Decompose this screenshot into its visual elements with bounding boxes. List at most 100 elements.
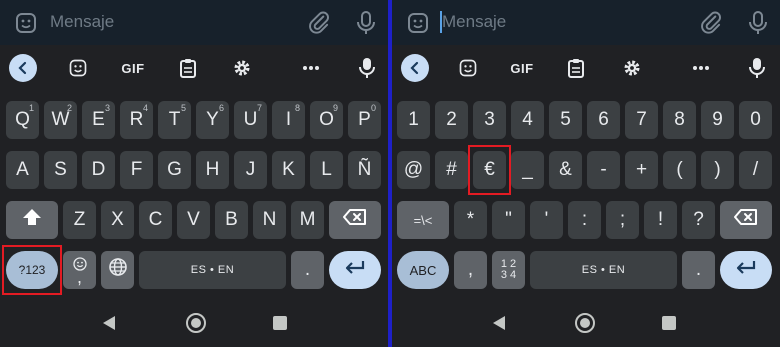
key-minus[interactable]: -	[587, 151, 620, 189]
period-key[interactable]: .	[291, 251, 324, 289]
key-paren-close[interactable]: )	[701, 151, 734, 189]
key-plus[interactable]: +	[625, 151, 658, 189]
key-1[interactable]: 1	[397, 101, 430, 139]
key-asterisk[interactable]: *	[454, 201, 487, 239]
key-s[interactable]: S	[44, 151, 77, 189]
more-icon[interactable]	[298, 52, 324, 84]
key-q[interactable]: Q1	[6, 101, 39, 139]
key-5[interactable]: 5	[549, 101, 582, 139]
backspace-icon	[734, 209, 758, 231]
key-v[interactable]: V	[177, 201, 210, 239]
backspace-key[interactable]	[329, 201, 381, 239]
key-x[interactable]: X	[101, 201, 134, 239]
key-t[interactable]: T5	[158, 101, 191, 139]
shift-key[interactable]	[6, 201, 58, 239]
key-u[interactable]: U7	[234, 101, 267, 139]
microphone-icon[interactable]	[746, 10, 770, 36]
nav-recents-icon[interactable]	[662, 316, 676, 335]
gear-icon[interactable]	[620, 52, 644, 84]
key-hash[interactable]: #	[435, 151, 468, 189]
space-key[interactable]: ES • EN	[530, 251, 677, 289]
message-input[interactable]: Mensaje	[50, 12, 114, 32]
paperclip-icon[interactable]	[306, 10, 332, 36]
key-c[interactable]: C	[139, 201, 172, 239]
key-k[interactable]: K	[272, 151, 305, 189]
key-z[interactable]: Z	[63, 201, 96, 239]
message-bar: Mensaje	[0, 0, 388, 46]
key-3[interactable]: 3	[473, 101, 506, 139]
key-b[interactable]: B	[215, 201, 248, 239]
key-r[interactable]: R4	[120, 101, 153, 139]
key-p[interactable]: P0	[348, 101, 381, 139]
key-at[interactable]: @	[397, 151, 430, 189]
enter-key[interactable]	[329, 251, 381, 289]
key-9[interactable]: 9	[701, 101, 734, 139]
key-j[interactable]: J	[234, 151, 267, 189]
nav-home-icon[interactable]	[185, 312, 207, 339]
key-m[interactable]: M	[291, 201, 324, 239]
microphone-icon[interactable]	[356, 52, 378, 84]
key-semicolon[interactable]: ;	[606, 201, 639, 239]
key-slash[interactable]: /	[739, 151, 772, 189]
gear-icon[interactable]	[230, 52, 254, 84]
back-chevron-icon[interactable]	[9, 54, 37, 82]
key-n-tilde[interactable]: Ñ	[348, 151, 381, 189]
key-0[interactable]: 0	[739, 101, 772, 139]
key-w[interactable]: W2	[44, 101, 77, 139]
nav-back-icon[interactable]	[102, 315, 116, 336]
key-8[interactable]: 8	[663, 101, 696, 139]
key-2[interactable]: 2	[435, 101, 468, 139]
enter-key[interactable]	[720, 251, 772, 289]
key-colon[interactable]: :	[568, 201, 601, 239]
emoji-comma-key[interactable]: ,	[63, 251, 96, 289]
back-chevron-icon[interactable]	[401, 54, 429, 82]
more-icon[interactable]	[688, 52, 714, 84]
key-7[interactable]: 7	[625, 101, 658, 139]
nav-back-icon[interactable]	[492, 315, 506, 336]
sticker-icon[interactable]	[14, 11, 38, 35]
fraction-key[interactable]: 1 23 4	[492, 251, 525, 289]
key-f[interactable]: F	[120, 151, 153, 189]
nav-recents-icon[interactable]	[273, 316, 287, 335]
key-o[interactable]: O9	[310, 101, 343, 139]
abc-key[interactable]: ABC	[397, 251, 449, 289]
microphone-icon[interactable]	[354, 10, 378, 36]
key-y[interactable]: Y6	[196, 101, 229, 139]
keyboard-toolbar: GIF	[0, 45, 388, 91]
nav-home-icon[interactable]	[574, 312, 596, 339]
space-key[interactable]: ES • EN	[139, 251, 286, 289]
gif-button[interactable]: GIF	[506, 52, 538, 84]
key-ampersand[interactable]: &	[549, 151, 582, 189]
key-paren-open[interactable]: (	[663, 151, 696, 189]
gif-button[interactable]: GIF	[117, 52, 149, 84]
key-double-quote[interactable]: "	[492, 201, 525, 239]
key-d[interactable]: D	[82, 151, 115, 189]
key-g[interactable]: G	[158, 151, 191, 189]
key-6[interactable]: 6	[587, 101, 620, 139]
sticker-icon[interactable]	[406, 11, 430, 35]
message-input[interactable]: Mensaje	[442, 12, 506, 32]
backspace-key[interactable]	[720, 201, 772, 239]
key-a[interactable]: A	[6, 151, 39, 189]
paperclip-icon[interactable]	[698, 10, 724, 36]
key-l[interactable]: L	[310, 151, 343, 189]
key-exclamation[interactable]: !	[644, 201, 677, 239]
clipboard-icon[interactable]	[564, 52, 588, 84]
language-key[interactable]	[101, 251, 134, 289]
keyboard-panel-letters: Mensaje GIF Q1 W2 E3 R4 T5 Y6 U7 I 8 O 9…	[0, 0, 388, 347]
key-n[interactable]: N	[253, 201, 286, 239]
key-i[interactable]: I8	[272, 101, 305, 139]
sticker-icon[interactable]	[455, 52, 481, 84]
microphone-icon[interactable]	[746, 52, 768, 84]
clipboard-icon[interactable]	[176, 52, 200, 84]
key-question[interactable]: ?	[682, 201, 715, 239]
more-symbols-key[interactable]: =\<	[397, 201, 449, 239]
sticker-icon[interactable]	[65, 52, 91, 84]
key-underscore[interactable]: _	[511, 151, 544, 189]
comma-key[interactable]: ,	[454, 251, 487, 289]
key-e[interactable]: E3	[82, 101, 115, 139]
key-4[interactable]: 4	[511, 101, 544, 139]
key-single-quote[interactable]: '	[530, 201, 563, 239]
key-h[interactable]: H	[196, 151, 229, 189]
period-key[interactable]: .	[682, 251, 715, 289]
